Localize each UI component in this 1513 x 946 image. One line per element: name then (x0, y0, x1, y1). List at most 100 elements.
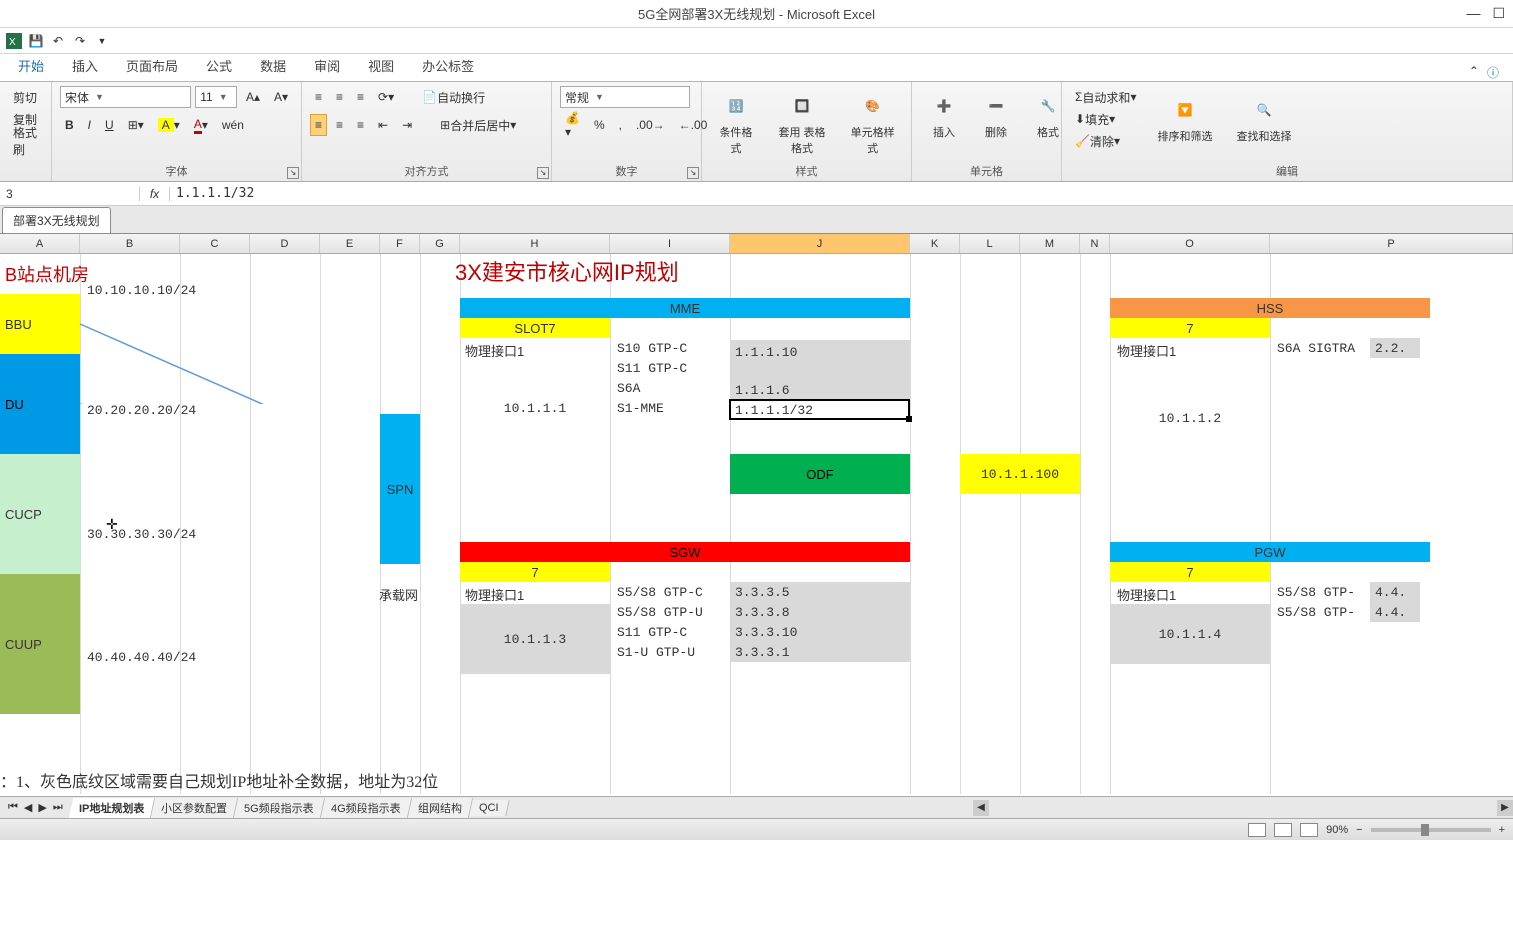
format-as-table-button[interactable]: 🔲套用 表格格式 (766, 86, 838, 160)
phonetic-button[interactable]: wén (217, 114, 249, 136)
sheet-nav-first-icon[interactable]: ⏮ (6, 801, 20, 814)
scroll-track[interactable] (989, 800, 1497, 816)
increase-decimal-icon[interactable]: .00→ (631, 114, 670, 136)
view-page-layout-icon[interactable] (1274, 823, 1292, 837)
save-icon[interactable]: 💾 (28, 33, 44, 49)
tab-view[interactable]: 视图 (354, 50, 408, 81)
number-format-dropdown[interactable]: 常规▼ (560, 86, 690, 108)
italic-button[interactable]: I (83, 114, 96, 136)
qat-dropdown-icon[interactable]: ▼ (94, 33, 110, 49)
align-middle-icon[interactable]: ≡ (331, 86, 348, 108)
sheet-tab-4g[interactable]: 4G频段指示表 (321, 798, 412, 818)
grid-body[interactable]: B站点机房 BBU DU CUCP CUUP 10.10.10.10/24 20… (0, 254, 1513, 794)
zoom-thumb[interactable] (1421, 824, 1429, 836)
tab-home[interactable]: 开始 (4, 50, 58, 81)
font-dialog-launcher[interactable]: ↘ (287, 167, 299, 179)
tab-pagelayout[interactable]: 页面布局 (112, 50, 192, 81)
indent-decrease-icon[interactable]: ⇤ (373, 114, 393, 136)
fx-icon[interactable]: fx (140, 187, 170, 201)
align-left-icon[interactable]: ≡ (310, 114, 327, 136)
increase-font-icon[interactable]: A▴ (241, 86, 265, 108)
delete-cells-button[interactable]: ➖删除 (972, 86, 1020, 144)
view-normal-icon[interactable] (1248, 823, 1266, 837)
col-header-B[interactable]: B (80, 234, 180, 253)
tab-insert[interactable]: 插入 (58, 50, 112, 81)
horizontal-scrollbar[interactable]: ◀ ▶ (973, 800, 1513, 816)
col-header-L[interactable]: L (960, 234, 1020, 253)
tab-review[interactable]: 审阅 (300, 50, 354, 81)
sheet-tab-5g[interactable]: 5G频段指示表 (234, 798, 325, 818)
col-header-F[interactable]: F (380, 234, 420, 253)
scroll-right-icon[interactable]: ▶ (1497, 800, 1513, 816)
col-header-E[interactable]: E (320, 234, 380, 253)
underline-button[interactable]: U (100, 114, 119, 136)
indent-increase-icon[interactable]: ⇥ (397, 114, 417, 136)
col-header-C[interactable]: C (180, 234, 250, 253)
orientation-icon[interactable]: ⟳▾ (373, 86, 399, 108)
font-color-button[interactable]: A▾ (189, 114, 213, 136)
col-header-G[interactable]: G (420, 234, 460, 253)
zoom-out-icon[interactable]: − (1356, 824, 1362, 836)
accounting-format-icon[interactable]: 💰▾ (560, 114, 585, 136)
col-header-H[interactable]: H (460, 234, 610, 253)
help-icon[interactable]: ⓘ (1487, 64, 1499, 81)
autosum-button[interactable]: Σ 自动求和▾ (1070, 86, 1141, 108)
format-painter-button[interactable]: 格式刷 (8, 130, 43, 152)
comma-format-icon[interactable]: , (614, 114, 627, 136)
redo-icon[interactable]: ↷ (72, 33, 88, 49)
formula-input[interactable]: 1.1.1.1/32 (170, 186, 1513, 201)
font-name-dropdown[interactable]: 宋体▼ (60, 86, 191, 108)
zoom-level[interactable]: 90% (1326, 824, 1348, 836)
decrease-font-icon[interactable]: A▾ (269, 86, 293, 108)
fill-color-button[interactable]: A▾ (153, 114, 185, 136)
cut-button[interactable]: 剪切 (8, 86, 42, 108)
tab-office[interactable]: 办公标签 (408, 50, 488, 81)
sheet-tab-qci[interactable]: QCI (469, 800, 509, 816)
col-header-A[interactable]: A (0, 234, 80, 253)
fill-handle[interactable] (906, 416, 912, 422)
sheet-nav-next-icon[interactable]: ▶ (36, 801, 48, 814)
tab-data[interactable]: 数据 (246, 50, 300, 81)
align-top-icon[interactable]: ≡ (310, 86, 327, 108)
scroll-left-icon[interactable]: ◀ (973, 800, 989, 816)
font-size-dropdown[interactable]: 11▼ (195, 86, 237, 108)
merge-center-button[interactable]: ⊞ 合并后居中▾ (435, 114, 521, 136)
percent-format-icon[interactable]: % (589, 114, 610, 136)
col-header-M[interactable]: M (1020, 234, 1080, 253)
sheet-tab-ip[interactable]: IP地址规划表 (69, 798, 156, 818)
sort-filter-button[interactable]: 🔽排序和筛选 (1149, 86, 1220, 152)
cell-j3-active[interactable]: 1.1.1.1/32 (730, 400, 910, 420)
col-header-N[interactable]: N (1080, 234, 1110, 253)
clear-button[interactable]: 🧹 清除▾ (1070, 130, 1125, 152)
align-bottom-icon[interactable]: ≡ (352, 86, 369, 108)
worksheet-grid[interactable]: A B C D E F G H I J K L M N O P B站点机房 BB… (0, 234, 1513, 796)
number-dialog-launcher[interactable]: ↘ (687, 167, 699, 179)
col-header-K[interactable]: K (910, 234, 960, 253)
col-header-P[interactable]: P (1270, 234, 1513, 253)
maximize-button[interactable]: ☐ (1492, 5, 1505, 22)
sheet-tab-cell-params[interactable]: 小区参数配置 (151, 798, 238, 818)
align-center-icon[interactable]: ≡ (331, 114, 348, 136)
align-dialog-launcher[interactable]: ↘ (537, 167, 549, 179)
minimize-ribbon-icon[interactable]: ⌃ (1469, 64, 1479, 81)
insert-cells-button[interactable]: ➕插入 (920, 86, 968, 144)
cell-styles-button[interactable]: 🎨单元格样式 (842, 86, 903, 160)
fill-button[interactable]: ⬇ 填充▾ (1070, 108, 1120, 130)
workbook-tab[interactable]: 部署3X无线规划 (2, 207, 111, 233)
sheet-nav-prev-icon[interactable]: ◀ (22, 801, 34, 814)
conditional-format-button[interactable]: 🔢条件格式 (710, 86, 762, 160)
tab-formulas[interactable]: 公式 (192, 50, 246, 81)
col-header-O[interactable]: O (1110, 234, 1270, 253)
zoom-slider[interactable] (1371, 828, 1491, 832)
find-select-button[interactable]: 🔍查找和选择 (1228, 86, 1299, 152)
col-header-I[interactable]: I (610, 234, 730, 253)
border-button[interactable]: ⊞▾ (123, 114, 149, 136)
zoom-in-icon[interactable]: + (1499, 824, 1505, 836)
bold-button[interactable]: B (60, 114, 79, 136)
wrap-text-button[interactable]: 📄 自动换行 (417, 86, 490, 108)
excel-icon[interactable]: X (6, 33, 22, 49)
col-header-D[interactable]: D (250, 234, 320, 253)
name-box[interactable]: 3 (0, 187, 140, 201)
view-page-break-icon[interactable] (1300, 823, 1318, 837)
align-right-icon[interactable]: ≡ (352, 114, 369, 136)
